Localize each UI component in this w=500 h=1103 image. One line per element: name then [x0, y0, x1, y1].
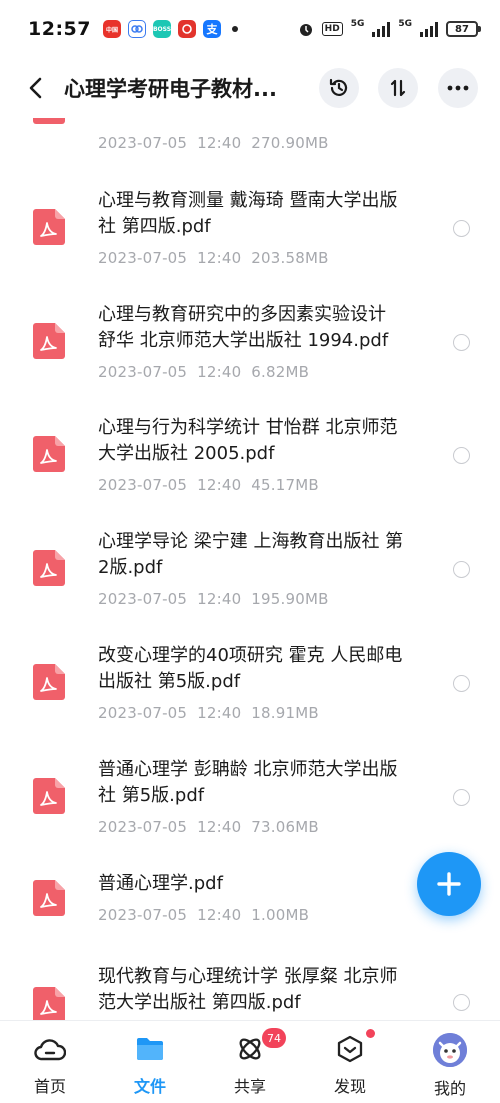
status-app-icons: 中国 BOSS 支 [102, 20, 238, 38]
nav-share[interactable]: 74 共享 [200, 1021, 300, 1103]
back-button[interactable] [12, 64, 60, 112]
battery-icon: 87 [446, 21, 481, 37]
file-name-line-2: 社 第5版.pdf [98, 785, 205, 806]
status-right: HD 5G 5G 87 [298, 19, 481, 37]
cloud-app-icon [127, 20, 146, 38]
select-radio[interactable] [453, 994, 470, 1011]
file-meta: 2023-07-05 12:40 45.17MB [98, 476, 319, 494]
avatar [433, 1033, 467, 1067]
file-name-line-2: 舒华 北京师范大学出版社 1994.pdf [98, 330, 389, 351]
select-radio[interactable] [453, 675, 470, 692]
file-name-line-1: 普通心理学 彭聃龄 北京师范大学出版 [98, 759, 398, 780]
network-type-1: 5G [350, 19, 365, 29]
pdf-file-icon [33, 118, 65, 124]
nav-share-label: 共享 [233, 1077, 266, 1096]
list-item[interactable]: 现代教育与心理统计学 张厚粲 北京师 范大学出版社 第四版.pdf [0, 956, 500, 1020]
file-meta: 2023-07-05 12:40 6.82MB [98, 363, 310, 381]
file-name-line-2: 大学出版社 2005.pdf [98, 443, 275, 464]
nav-files-label: 文件 [133, 1077, 166, 1096]
file-meta: 2023-07-05 12:40 270.90MB [98, 134, 329, 152]
file-meta: 2023-07-05 12:40 1.00MB [98, 906, 310, 924]
pdf-file-icon [33, 436, 65, 472]
more-options-button[interactable] [438, 68, 478, 108]
nav-mine-label: 我的 [433, 1079, 466, 1098]
status-bar: 12:57 中国 BOSS 支 HD 5G 5G 87 [0, 0, 500, 58]
more-horizontal-icon [447, 85, 469, 91]
network-type-2: 5G [398, 19, 412, 29]
netease-music-app-icon [177, 20, 196, 38]
sort-icon [390, 79, 406, 97]
alarm-icon [299, 24, 312, 36]
file-name-line-1: 心理学导论 梁宁建 上海教育出版社 第 [98, 531, 404, 552]
pdf-file-icon [33, 778, 65, 814]
page-title: 心理学考研电子教材... [64, 77, 277, 101]
select-radio[interactable] [453, 334, 470, 351]
nav-home[interactable]: 首页 [0, 1021, 100, 1103]
signal-icon-2 [420, 21, 438, 37]
file-name-line-2: 出版社 第5版.pdf [98, 671, 241, 692]
history-icon [329, 78, 348, 96]
nav-discover[interactable]: 发现 [300, 1021, 400, 1103]
hd-badge: HD [321, 22, 343, 36]
file-name-line-2: 2版.pdf [98, 557, 163, 578]
nav-home-label: 首页 [33, 1077, 66, 1096]
status-time: 12:57 [28, 18, 91, 40]
list-item[interactable]: 心理与教育研究中的多因素实验设计 舒华 北京师范大学出版社 1994.pdf 2… [0, 292, 500, 405]
file-meta: 2023-07-05 12:40 203.58MB [98, 249, 329, 267]
select-radio[interactable] [453, 220, 470, 237]
list-item[interactable]: 改变心理学的40项研究 霍克 人民邮电 出版社 第5版.pdf 2023-07-… [0, 633, 500, 746]
share-badge: 74 [262, 1028, 286, 1048]
list-item[interactable]: 心理与行为科学统计 甘怡群 北京师范 大学出版社 2005.pdf 2023-0… [0, 405, 500, 518]
file-name-line-1: 心理与教育测量 戴海琦 暨南大学出版 [98, 190, 398, 211]
header: 心理学考研电子教材... [0, 58, 500, 118]
file-name-line-1: 心理与教育研究中的多因素实验设计 [98, 304, 386, 325]
home-cloud-icon [34, 1033, 66, 1065]
nav-discover-label: 发现 [333, 1077, 366, 1096]
select-radio[interactable] [453, 789, 470, 806]
nav-mine[interactable]: 我的 [400, 1021, 500, 1103]
file-name-line-1: 改变心理学的40项研究 霍克 人民邮电 [98, 645, 403, 666]
list-item[interactable]: 心理学导论 梁宁建 上海教育出版社 第 2版.pdf 2023-07-05 12… [0, 519, 500, 632]
bottom-nav: 首页 文件 74 共享 发现 我的 [0, 1020, 500, 1103]
nav-files[interactable]: 文件 [100, 1021, 200, 1103]
alipay-app-icon: 支 [202, 20, 221, 38]
file-name-line-2: 社 第四版.pdf [98, 216, 211, 237]
pdf-file-icon [33, 880, 65, 916]
pdf-file-icon [33, 550, 65, 586]
folder-icon [134, 1033, 166, 1065]
file-meta: 2023-07-05 12:40 73.06MB [98, 818, 319, 836]
file-name-line-2: 范大学出版社 第四版.pdf [98, 992, 301, 1013]
more-notifications-dot [231, 26, 238, 32]
file-name-line-1: 现代教育与心理统计学 张厚粲 北京师 [98, 966, 398, 987]
pdf-file-icon [33, 209, 65, 245]
list-item[interactable]: 普通心理学 彭聃龄 北京师范大学出版 社 第5版.pdf 2023-07-05 … [0, 747, 500, 860]
list-item[interactable]: 2023-07-05 12:40 270.90MB [0, 118, 500, 172]
pdf-file-icon [33, 987, 65, 1020]
list-item[interactable]: 心理与教育测量 戴海琦 暨南大学出版 社 第四版.pdf 2023-07-05 … [0, 178, 500, 291]
file-meta: 2023-07-05 12:40 18.91MB [98, 704, 319, 722]
add-button[interactable] [417, 852, 481, 916]
history-button[interactable] [319, 68, 359, 108]
select-radio[interactable] [453, 561, 470, 578]
plus-icon [437, 872, 461, 896]
file-name-line-1: 心理与行为科学统计 甘怡群 北京师范 [98, 417, 398, 438]
sort-button[interactable] [378, 68, 418, 108]
discover-cube-icon [334, 1033, 366, 1065]
chevron-left-icon [29, 77, 42, 99]
file-name: 普通心理学.pdf [98, 873, 223, 894]
discover-red-dot [366, 1029, 375, 1038]
pdf-file-icon [33, 323, 65, 359]
select-radio[interactable] [453, 447, 470, 464]
file-meta: 2023-07-05 12:40 195.90MB [98, 590, 329, 608]
pdf-file-icon [33, 664, 65, 700]
boss-app-icon: BOSS [152, 20, 171, 38]
china-unicom-app-icon: 中国 [102, 20, 121, 38]
signal-icon [372, 21, 391, 37]
